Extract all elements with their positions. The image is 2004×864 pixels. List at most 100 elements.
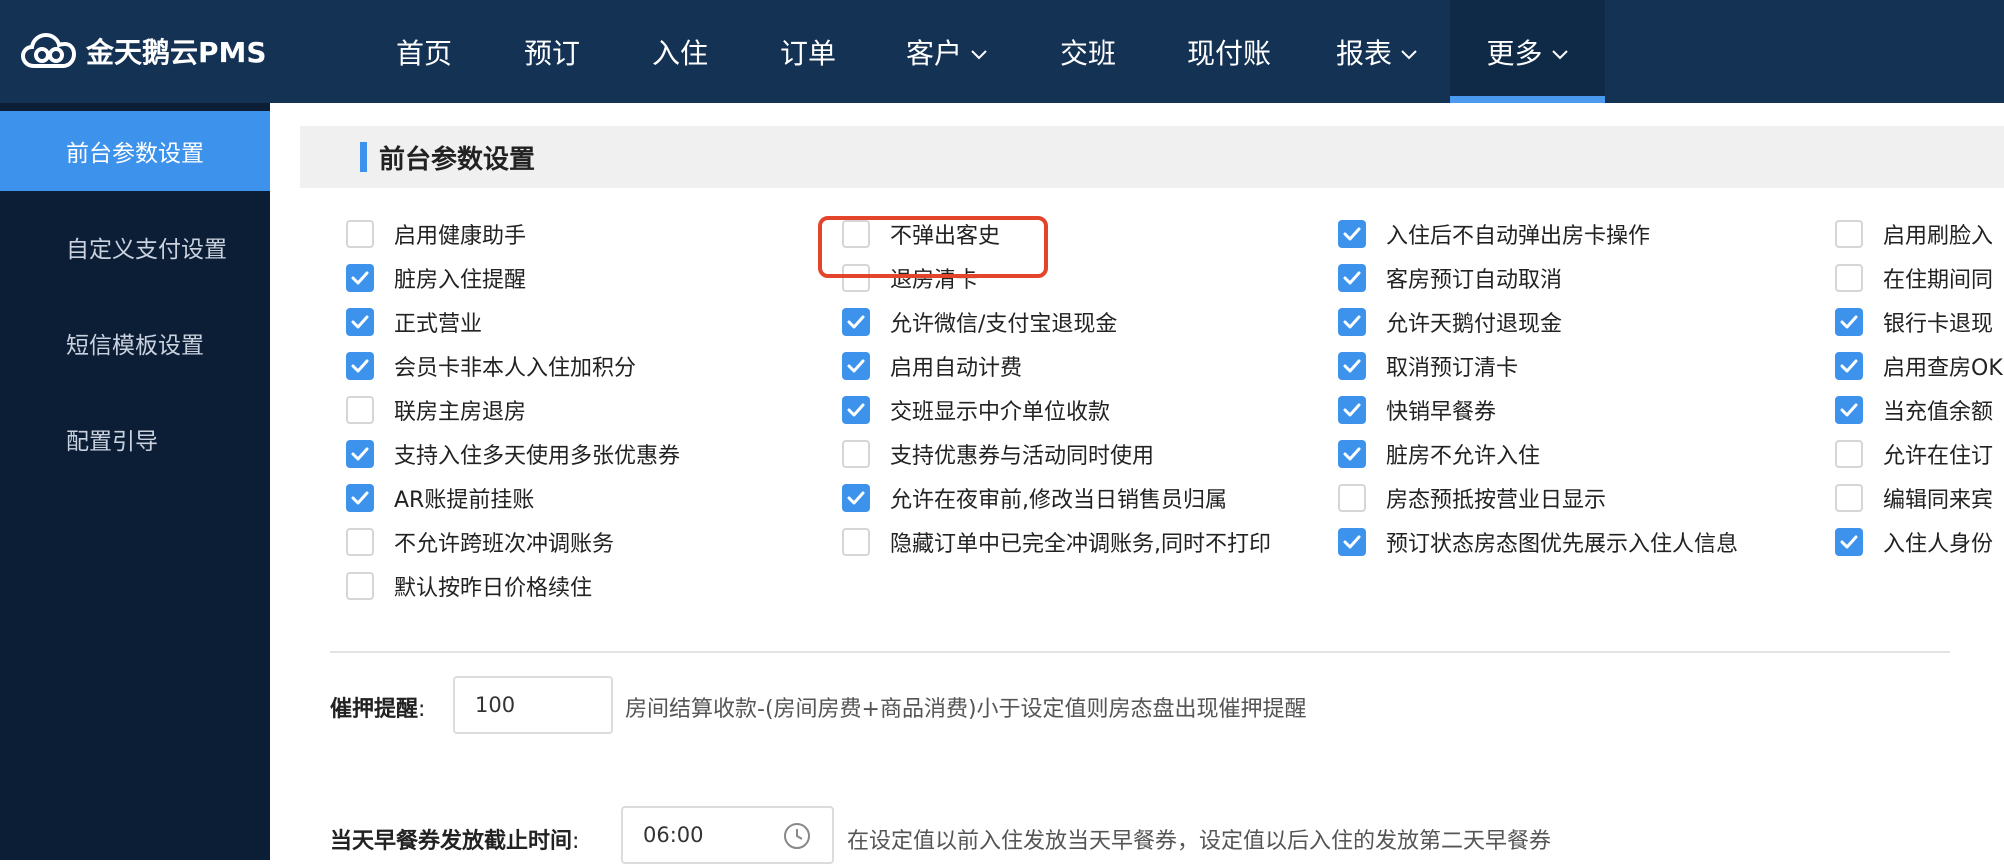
checkbox-unchecked[interactable]: [1835, 440, 1863, 468]
checkbox-unchecked[interactable]: [842, 220, 870, 248]
brand-name: 金天鹅云PMS: [86, 36, 267, 69]
option-col1-6[interactable]: AR账提前挂账: [346, 483, 534, 513]
deposit-reminder-input[interactable]: 100: [453, 676, 613, 734]
checkbox-checked[interactable]: [1835, 352, 1863, 380]
option-col2-0[interactable]: 不弹出客史: [842, 219, 1000, 249]
option-col4-0[interactable]: 启用刷脸入: [1835, 219, 1993, 249]
nav-item-booking[interactable]: 预订: [488, 0, 616, 103]
option-col4-4[interactable]: 当充值余额: [1835, 395, 1993, 425]
option-col3-0[interactable]: 入住后不自动弹出房卡操作: [1338, 219, 1650, 249]
option-col4-2[interactable]: 银行卡退现: [1835, 307, 1993, 337]
sidebar-item-custom-payment[interactable]: 自定义支付设置: [0, 207, 270, 287]
checkbox-checked[interactable]: [1835, 528, 1863, 556]
option-label: 允许在夜审前,修改当日销售员归属: [890, 488, 1227, 513]
nav-item-checkin[interactable]: 入住: [616, 0, 744, 103]
option-col1-3[interactable]: 会员卡非本人入住加积分: [346, 351, 636, 381]
nav-item-cash-account[interactable]: 现付账: [1154, 0, 1304, 103]
option-col4-7[interactable]: 入住人身份: [1835, 527, 1993, 557]
checkbox-unchecked[interactable]: [842, 264, 870, 292]
chevron-down-icon: [1400, 35, 1418, 68]
nav-item-shift[interactable]: 交班: [1022, 0, 1154, 103]
option-col3-5[interactable]: 脏房不允许入住: [1338, 439, 1540, 469]
checkbox-checked[interactable]: [842, 396, 870, 424]
option-label: 默认按昨日价格续住: [394, 576, 593, 601]
checkbox-unchecked[interactable]: [1835, 264, 1863, 292]
checkbox-checked[interactable]: [1338, 264, 1366, 292]
checkbox-unchecked[interactable]: [1835, 484, 1863, 512]
option-label: 允许微信/支付宝退现金: [890, 312, 1118, 337]
option-col4-5[interactable]: 允许在住订: [1835, 439, 1993, 469]
option-label: 启用刷脸入: [1883, 224, 1994, 249]
nav-item-more[interactable]: 更多: [1450, 0, 1605, 103]
checkbox-unchecked[interactable]: [842, 440, 870, 468]
option-col1-8[interactable]: 默认按昨日价格续住: [346, 571, 592, 601]
checkbox-checked[interactable]: [346, 264, 374, 292]
nav-item-home[interactable]: 首页: [360, 0, 488, 103]
option-col1-4[interactable]: 联房主房退房: [346, 395, 526, 425]
checkbox-checked[interactable]: [1338, 352, 1366, 380]
option-col1-1[interactable]: 脏房入住提醒: [346, 263, 526, 293]
nav-item-orders[interactable]: 订单: [744, 0, 872, 103]
cloud-logo-icon: [20, 32, 76, 68]
checkbox-checked[interactable]: [1338, 308, 1366, 336]
checkbox-checked[interactable]: [1835, 308, 1863, 336]
option-col1-5[interactable]: 支持入住多天使用多张优惠券: [346, 439, 680, 469]
brand-logo[interactable]: 金天鹅云PMS: [20, 30, 267, 72]
sidebar-item-sms-templates[interactable]: 短信模板设置: [0, 303, 270, 383]
option-label: 入住人身份: [1883, 532, 1994, 557]
checkbox-checked[interactable]: [842, 308, 870, 336]
option-label: 联房主房退房: [394, 400, 527, 425]
checkbox-checked[interactable]: [1338, 440, 1366, 468]
option-col3-7[interactable]: 预订状态房态图优先展示入住人信息: [1338, 527, 1738, 557]
option-label: 当充值余额: [1883, 400, 1994, 425]
checkbox-checked[interactable]: [346, 352, 374, 380]
top-navbar: 金天鹅云PMS 首页 预订 入住 订单 客户 交班 现付账 报表 更多: [0, 0, 2004, 103]
option-col3-4[interactable]: 快销早餐券: [1338, 395, 1496, 425]
option-col4-1[interactable]: 在住期间同: [1835, 263, 1993, 293]
chevron-down-icon: [1551, 35, 1569, 68]
option-col2-3[interactable]: 启用自动计费: [842, 351, 1022, 381]
checkbox-checked[interactable]: [1338, 528, 1366, 556]
sidebar-item-front-desk-params[interactable]: 前台参数设置: [0, 111, 270, 191]
option-label: 允许在住订: [1883, 444, 1994, 469]
option-col2-2[interactable]: 允许微信/支付宝退现金: [842, 307, 1117, 337]
option-col3-1[interactable]: 客房预订自动取消: [1338, 263, 1562, 293]
checkbox-checked[interactable]: [842, 484, 870, 512]
checkbox-unchecked[interactable]: [1835, 220, 1863, 248]
checkbox-unchecked[interactable]: [1338, 484, 1366, 512]
nav-item-customers[interactable]: 客户: [872, 0, 1022, 103]
option-col2-1[interactable]: 退房清卡: [842, 263, 978, 293]
option-col2-4[interactable]: 交班显示中介单位收款: [842, 395, 1110, 425]
main-nav: 首页 预订 入住 订单 客户 交班 现付账 报表 更多: [360, 0, 1605, 103]
checkbox-checked[interactable]: [1835, 396, 1863, 424]
option-col1-7[interactable]: 不允许跨班次冲调账务: [346, 527, 614, 557]
checkbox-unchecked[interactable]: [346, 528, 374, 556]
checkbox-checked[interactable]: [346, 440, 374, 468]
nav-item-reports[interactable]: 报表: [1304, 0, 1450, 103]
checkbox-checked[interactable]: [346, 308, 374, 336]
option-col2-5[interactable]: 支持优惠券与活动同时使用: [842, 439, 1154, 469]
option-col2-6[interactable]: 允许在夜审前,修改当日销售员归属: [842, 483, 1227, 513]
option-col3-2[interactable]: 允许天鹅付退现金: [1338, 307, 1562, 337]
breakfast-cutoff-time-input[interactable]: 06:00: [621, 806, 834, 864]
checkbox-unchecked[interactable]: [346, 220, 374, 248]
option-col3-3[interactable]: 取消预订清卡: [1338, 351, 1518, 381]
option-label: 在住期间同: [1883, 268, 1994, 293]
option-label: 交班显示中介单位收款: [890, 400, 1111, 425]
option-col2-7[interactable]: 隐藏订单中已完全冲调账务,同时不打印: [842, 527, 1271, 557]
checkbox-unchecked[interactable]: [346, 396, 374, 424]
option-col1-0[interactable]: 启用健康助手: [346, 219, 526, 249]
checkbox-unchecked[interactable]: [346, 572, 374, 600]
option-col4-3[interactable]: 启用查房OK: [1835, 351, 2003, 381]
option-label: 房态预抵按营业日显示: [1386, 488, 1607, 513]
option-col1-2[interactable]: 正式营业: [346, 307, 482, 337]
checkbox-unchecked[interactable]: [842, 528, 870, 556]
option-label: 会员卡非本人入住加积分: [394, 356, 637, 381]
checkbox-checked[interactable]: [346, 484, 374, 512]
checkbox-checked[interactable]: [1338, 220, 1366, 248]
checkbox-checked[interactable]: [1338, 396, 1366, 424]
checkbox-checked[interactable]: [842, 352, 870, 380]
option-col4-6[interactable]: 编辑同来宾: [1835, 483, 1993, 513]
sidebar-item-setup-guide[interactable]: 配置引导: [0, 399, 270, 479]
option-col3-6[interactable]: 房态预抵按营业日显示: [1338, 483, 1606, 513]
